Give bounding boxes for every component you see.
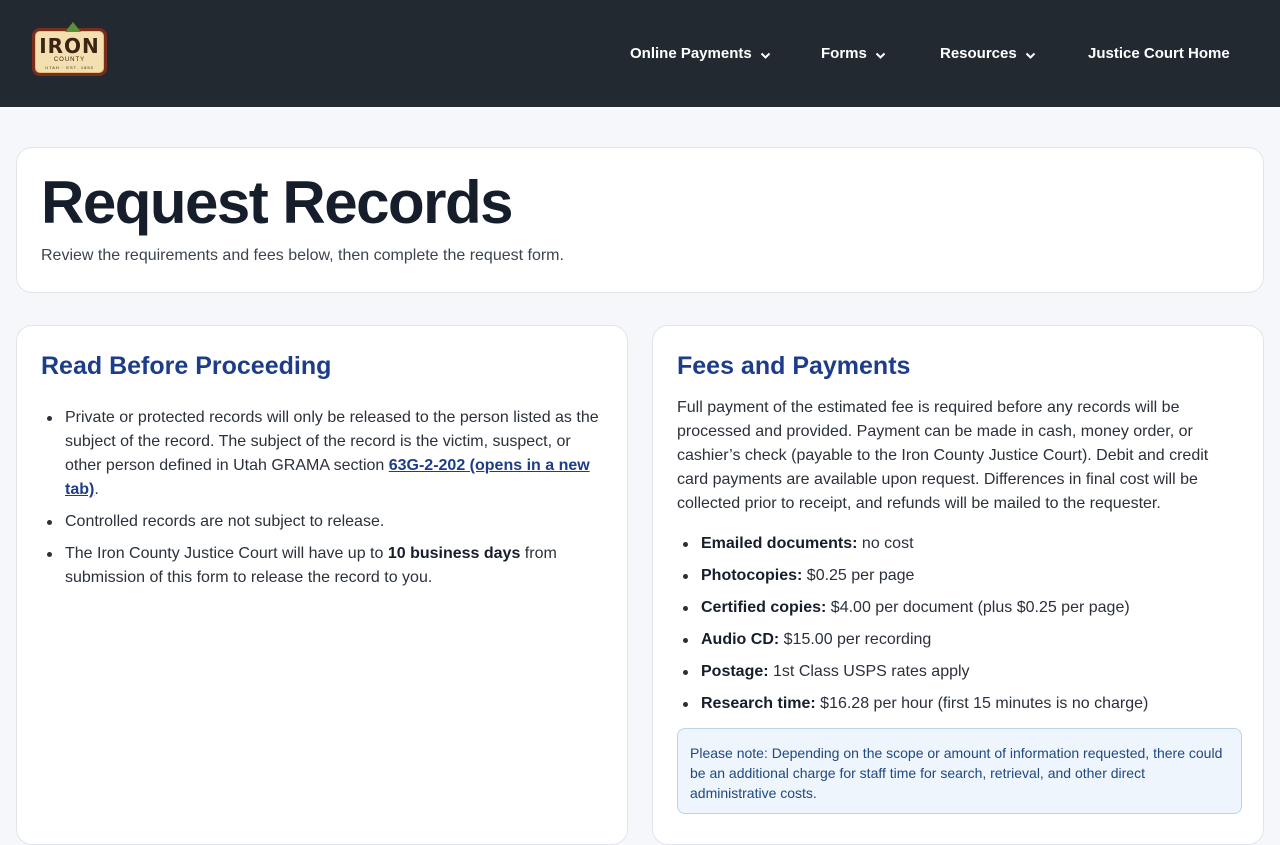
fee-label: Audio CD: [701, 631, 780, 648]
fees-heading: Fees and Payments [677, 352, 911, 380]
nav-online-payments-label: Online Payments [630, 45, 752, 62]
nav-online-payments[interactable]: Online Payments [630, 44, 771, 64]
mountain-icon [65, 22, 81, 32]
list-item: The Iron County Justice Court will have … [41, 542, 611, 590]
chevron-down-icon [1025, 52, 1036, 60]
bullet-end: . [94, 481, 99, 498]
read-before-body: Private or protected records will only b… [41, 396, 611, 598]
chevron-down-icon [760, 52, 771, 60]
fee-value: $0.25 per page [802, 567, 915, 584]
bullet-text: Controlled records are not subject to re… [65, 513, 385, 530]
fee-item: Photocopies: $0.25 per page [677, 564, 1242, 588]
list-item: Controlled records are not subject to re… [41, 510, 611, 534]
fee-label: Certified copies: [701, 599, 827, 616]
bullet-emphasis: 10 business days [387, 545, 521, 562]
fees-list: Emailed documents: no cost Photocopies: … [677, 532, 1242, 716]
fee-value: $16.28 per hour (first 15 minutes is no … [815, 695, 1149, 712]
read-before-heading: Read Before Proceeding [41, 352, 332, 380]
nav-justice-court-home[interactable]: Justice Court Home [1088, 44, 1230, 64]
page-title: Request Records [41, 169, 513, 236]
fee-item: Certified copies: $4.00 per document (pl… [677, 596, 1242, 620]
fee-value: 1st Class USPS rates apply [768, 663, 970, 680]
nav-forms[interactable]: Forms [821, 44, 886, 64]
fee-item: Emailed documents: no cost [677, 532, 1242, 556]
fees-intro: Full payment of the estimated fee is req… [677, 399, 1209, 512]
fee-value: $15.00 per recording [779, 631, 932, 648]
fee-value: $4.00 per document (plus $0.25 per page) [826, 599, 1130, 616]
page-header-card: Request Records Review the requirements … [16, 147, 1264, 293]
site-header: IRON COUNTY UTAH · EST. 1850 Online Paym… [0, 0, 1280, 107]
chevron-down-icon [875, 52, 886, 60]
logo-tagline: UTAH · EST. 1850 [45, 65, 94, 70]
page-subtitle: Review the requirements and fees below, … [41, 247, 564, 264]
logo-subtext: COUNTY [53, 57, 86, 63]
bullet-text: The Iron County Justice Court will have … [65, 545, 388, 562]
fees-card: Fees and Payments Full payment of the es… [652, 325, 1264, 845]
fee-label: Photocopies: [701, 567, 803, 584]
nav-resources[interactable]: Resources [940, 44, 1036, 64]
nav-resources-label: Resources [940, 45, 1017, 62]
logo-wordmark: IRON [39, 34, 100, 58]
nav-justice-court-home-label: Justice Court Home [1088, 45, 1230, 62]
list-item: Private or protected records will only b… [41, 406, 611, 502]
fee-label: Postage: [701, 663, 769, 680]
fee-value: no cost [857, 535, 914, 552]
fees-body: Full payment of the estimated fee is req… [677, 396, 1242, 814]
fee-item: Research time: $16.28 per hour (first 15… [677, 692, 1242, 716]
fee-label: Research time: [701, 695, 816, 712]
iron-county-logo[interactable]: IRON COUNTY UTAH · EST. 1850 [32, 22, 107, 76]
fees-note: Please note: Depending on the scope or a… [677, 728, 1242, 814]
fee-item: Postage: 1st Class USPS rates apply [677, 660, 1242, 684]
fee-label: Emailed documents: [701, 535, 858, 552]
fee-item: Audio CD: $15.00 per recording [677, 628, 1242, 652]
read-before-list: Private or protected records will only b… [41, 406, 611, 590]
nav-forms-label: Forms [821, 45, 867, 62]
read-before-card: Read Before Proceeding Private or protec… [16, 325, 628, 845]
